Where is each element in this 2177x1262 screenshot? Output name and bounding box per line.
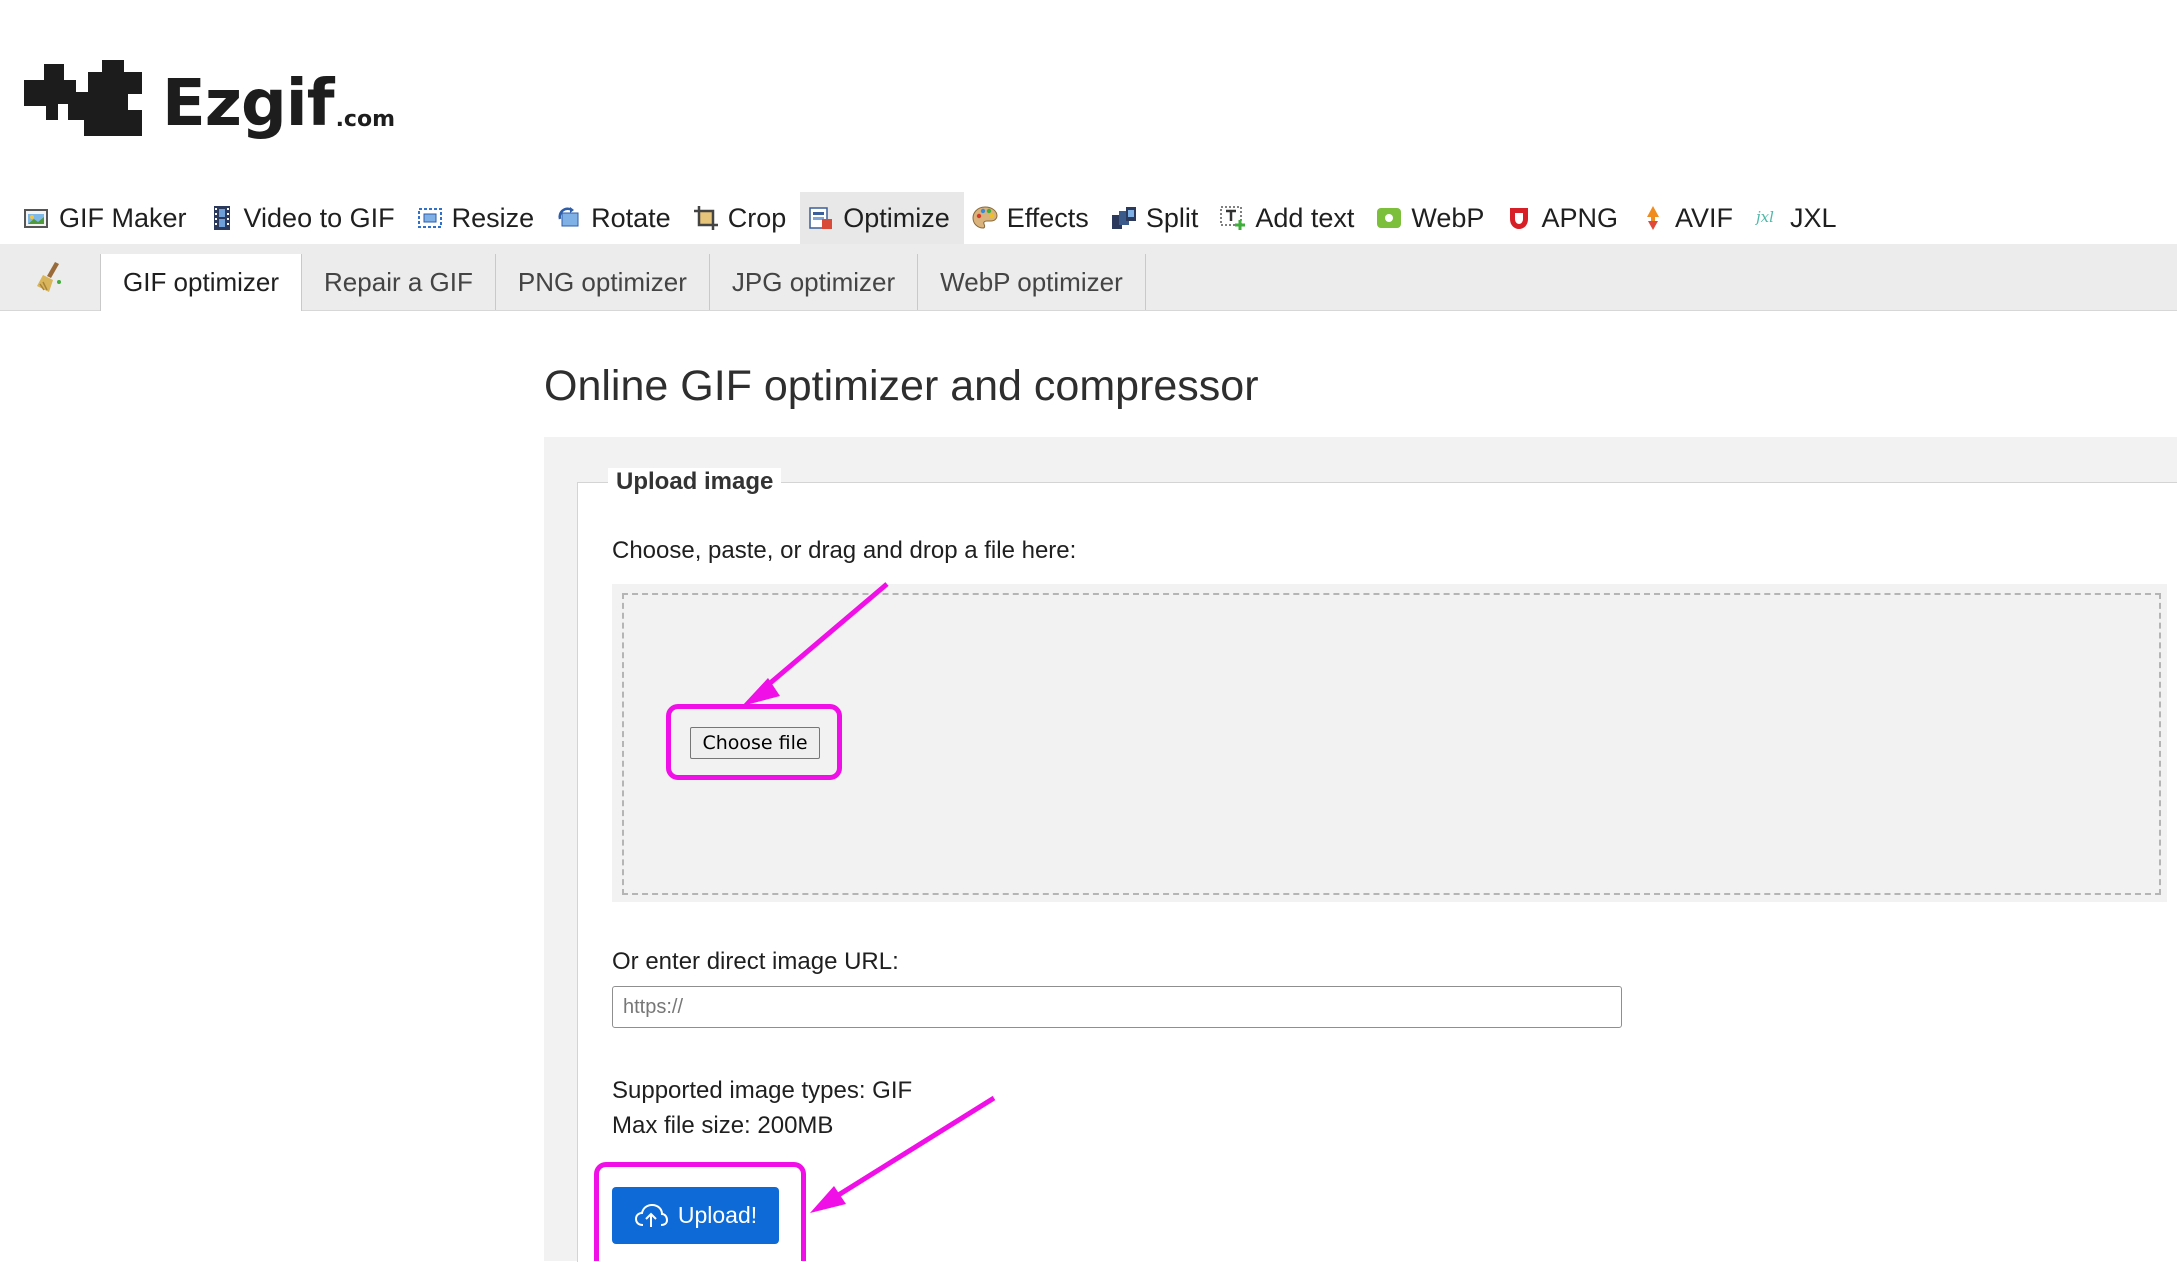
- avif-icon: [1646, 206, 1659, 230]
- nav-label: WebP: [1411, 202, 1485, 233]
- logo-text: Ezgif: [162, 67, 335, 141]
- nav-label: JXL: [1790, 202, 1837, 233]
- main-nav: GIF Maker Video to GIF Resize Rotate Cro…: [16, 192, 1851, 244]
- url-input[interactable]: [612, 986, 1622, 1028]
- nav-rotate[interactable]: Rotate: [548, 192, 685, 244]
- nav-jxl[interactable]: jxl JXL: [1747, 192, 1851, 244]
- nav-label: Rotate: [591, 202, 671, 233]
- split-icon: [1111, 207, 1136, 229]
- nav-crop[interactable]: Crop: [685, 192, 801, 244]
- sub-nav: GIF optimizer Repair a GIF PNG optimizer…: [0, 244, 2177, 311]
- subtab-webp-optimizer[interactable]: WebP optimizer: [918, 254, 1146, 310]
- max-file-size-text: Max file size: 200MB: [612, 1112, 834, 1139]
- nav-label: Video to GIF: [243, 202, 395, 233]
- upload-highlight: [594, 1162, 806, 1261]
- nav-avif[interactable]: AVIF: [1632, 192, 1747, 244]
- nav-label: GIF Maker: [59, 202, 187, 233]
- upload-legend: Upload image: [608, 468, 782, 496]
- subtab-repair-gif[interactable]: Repair a GIF: [302, 254, 496, 310]
- supported-types-text: Supported image types: GIF: [612, 1077, 913, 1104]
- palette-icon: [972, 206, 998, 229]
- nav-add-text[interactable]: Add text: [1212, 192, 1368, 244]
- nav-label: AVIF: [1674, 202, 1733, 233]
- nav-label: Split: [1145, 202, 1199, 233]
- subtab-jpg-optimizer[interactable]: JPG optimizer: [710, 254, 919, 310]
- nav-label: Add text: [1255, 202, 1355, 233]
- subtab-gif-optimizer[interactable]: GIF optimizer: [100, 254, 303, 311]
- apng-icon: [1510, 208, 1529, 229]
- nav-optimize[interactable]: Optimize: [800, 192, 964, 244]
- subtab-png-optimizer[interactable]: PNG optimizer: [496, 254, 710, 310]
- optimize-icon: [809, 207, 833, 229]
- rotate-icon: [558, 207, 579, 227]
- nav-label: APNG: [1541, 202, 1618, 233]
- add-text-icon: [1220, 206, 1246, 230]
- film-icon: [213, 206, 230, 230]
- nav-effects[interactable]: Effects: [964, 192, 1103, 244]
- crop-icon: [693, 206, 718, 230]
- nav-label: Resize: [451, 202, 535, 233]
- gif-maker-icon: [24, 209, 48, 228]
- dropzone-label: Choose, paste, or drag and drop a file h…: [612, 537, 1077, 564]
- nav-label: Crop: [727, 202, 787, 233]
- page-title: Online GIF optimizer and compressor: [544, 362, 1259, 410]
- nav-apng[interactable]: APNG: [1498, 192, 1632, 244]
- choose-file-highlight: [666, 704, 842, 780]
- nav-label: Effects: [1006, 202, 1089, 233]
- url-label: Or enter direct image URL:: [612, 948, 899, 975]
- nav-webp[interactable]: WebP: [1368, 192, 1498, 244]
- logo-tld: .com: [335, 107, 395, 132]
- jxl-icon: jxl: [1755, 208, 1774, 226]
- dropzone-dashed-border: [622, 593, 2161, 895]
- nav-video-to-gif[interactable]: Video to GIF: [201, 192, 409, 244]
- resize-icon: [417, 208, 442, 228]
- webp-icon: [1377, 208, 1402, 228]
- nav-gif-maker[interactable]: GIF Maker: [16, 192, 201, 244]
- svg-text:jxl: jxl: [1755, 208, 1774, 226]
- nav-label: Optimize: [843, 202, 950, 233]
- site-logo[interactable]: Ezgif .com: [24, 58, 395, 136]
- nav-split[interactable]: Split: [1103, 192, 1213, 244]
- nav-resize[interactable]: Resize: [409, 192, 549, 244]
- broom-icon: [0, 244, 100, 310]
- puzzle-logo-icon: [24, 60, 142, 136]
